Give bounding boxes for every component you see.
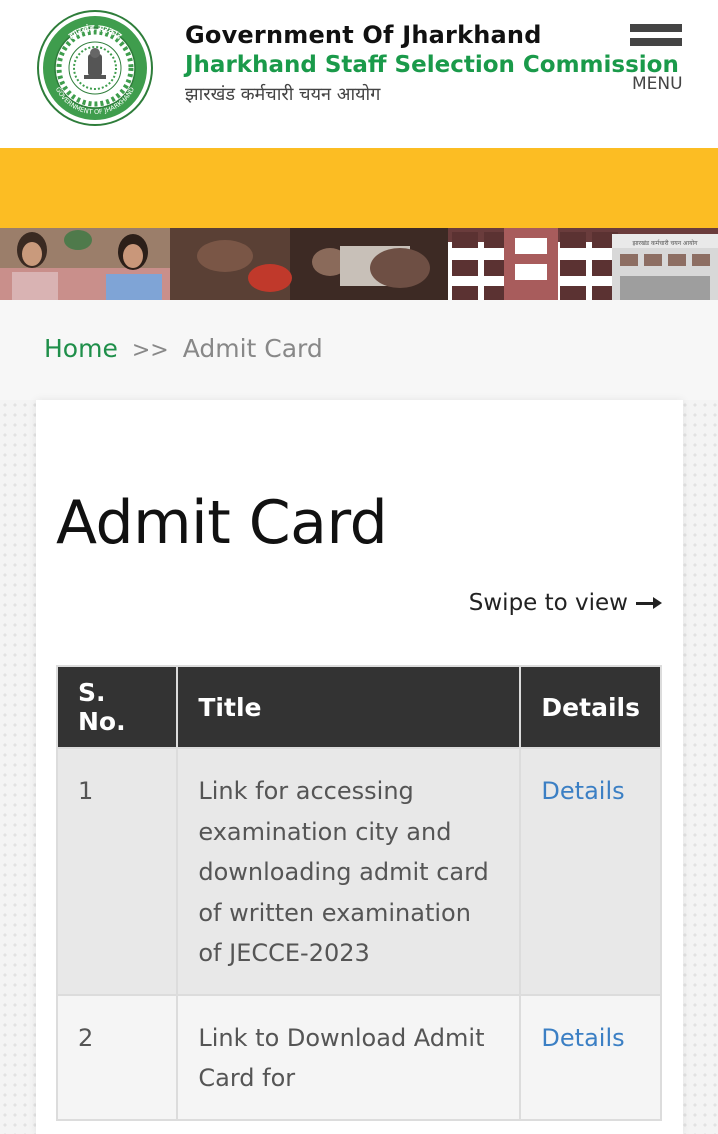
cell-sno: 2	[55, 993, 179, 1121]
nav-band	[0, 148, 718, 228]
site-title-block: Government Of Jharkhand Jharkhand Staff …	[185, 20, 679, 110]
table-header-row: S. No. Title Details	[55, 665, 662, 749]
table-row: 2 Link to Download Admit Card for Detail…	[55, 993, 662, 1121]
swipe-hint-text: Swipe to view	[468, 590, 628, 616]
page-title: Admit Card	[56, 488, 388, 558]
banner-image: झारखंड कर्मचारी चयन आयोग	[0, 228, 718, 300]
breadcrumb-separator: >>	[131, 338, 169, 363]
content-card: Admit Card Swipe to view S. No. Title De…	[36, 400, 683, 1134]
jharkhand-emblem-logo[interactable]: झारखंड सरकार GOVERNMENT OF JHARKHAND	[36, 9, 154, 127]
column-header-details: Details	[519, 665, 662, 749]
column-header-title: Title	[176, 665, 522, 749]
menu-button[interactable]: MENU	[630, 24, 686, 98]
cell-title: Link for accessing examination city and …	[176, 747, 522, 996]
cell-details: Details	[519, 993, 662, 1121]
admit-card-table: S. No. Title Details 1 Link for accessin…	[55, 665, 662, 1121]
breadcrumb-home-link[interactable]: Home	[44, 334, 118, 363]
cell-details: Details	[519, 747, 662, 996]
details-link[interactable]: Details	[541, 1024, 624, 1052]
site-header: झारखंड सरकार GOVERNMENT OF JHARKHAND Gov…	[0, 0, 718, 148]
cell-title: Link to Download Admit Card for	[176, 993, 522, 1121]
menu-label: MENU	[632, 74, 683, 94]
org-title: Jharkhand Staff Selection Commission	[185, 52, 679, 78]
swipe-hint: Swipe to view	[469, 590, 662, 616]
table-row: 1 Link for accessing examination city an…	[55, 747, 662, 996]
arrow-right-icon	[636, 596, 662, 610]
gov-title: Government Of Jharkhand	[185, 21, 542, 49]
breadcrumb-current: Admit Card	[182, 334, 323, 363]
hamburger-icon	[630, 24, 686, 46]
column-header-sno: S. No.	[55, 665, 179, 749]
breadcrumb: Home >> Admit Card	[44, 334, 323, 363]
banner-sign-text: झारखंड कर्मचारी चयन आयोग	[632, 239, 698, 247]
hindi-title: झारखंड कर्मचारी चयन आयोग	[185, 84, 381, 105]
details-link[interactable]: Details	[541, 777, 624, 805]
cell-sno: 1	[55, 747, 179, 996]
